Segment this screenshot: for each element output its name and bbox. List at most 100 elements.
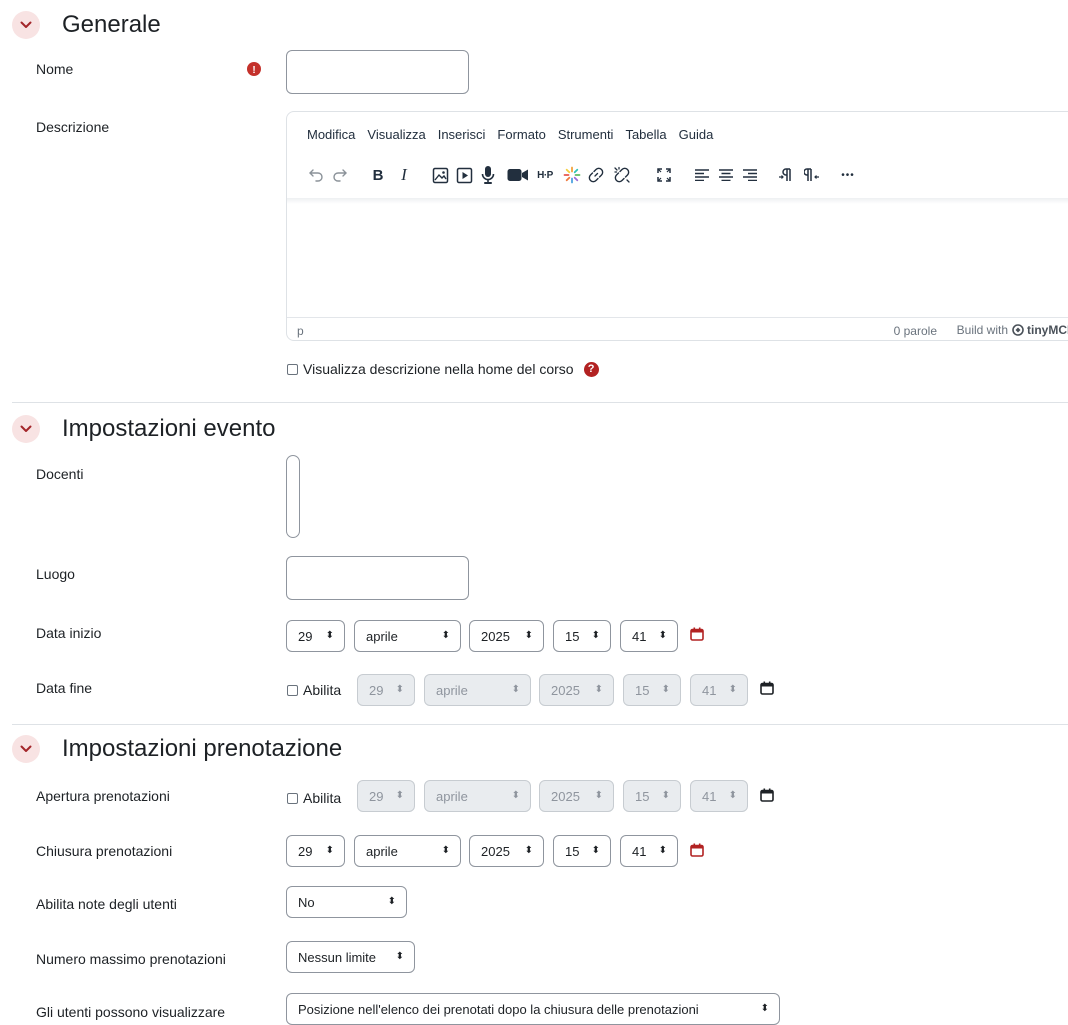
name-input[interactable] (286, 50, 469, 94)
element-path[interactable]: p (297, 324, 304, 338)
menu-formato[interactable]: Formato (497, 127, 545, 142)
menu-inserisci[interactable]: Inserisci (438, 127, 486, 142)
redo-icon[interactable] (329, 164, 351, 186)
microphone-icon[interactable] (477, 164, 499, 186)
location-input[interactable] (286, 556, 469, 600)
section-title: Generale (62, 11, 161, 38)
align-center-icon[interactable] (715, 164, 737, 186)
start-year-select[interactable]: 2025 ⬍ (469, 620, 544, 652)
users-view-label: Gli utenti possono visualizzare (36, 1004, 226, 1020)
required-icon: ! (247, 62, 261, 79)
menu-guida[interactable]: Guida (679, 127, 714, 142)
end-day-select[interactable]: 29 ⬍ (357, 674, 415, 706)
collapse-generale-button[interactable] (12, 11, 40, 39)
user-notes-label: Abilita note degli utenti (36, 896, 177, 912)
open-hour-select[interactable]: 15 ⬍ (623, 780, 681, 812)
align-right-icon[interactable] (739, 164, 761, 186)
teachers-select[interactable] (286, 455, 300, 538)
tinymce-logo-icon (1012, 324, 1024, 336)
section-header-evento: Impostazioni evento (12, 415, 275, 443)
show-description-row: Visualizza descrizione nella home del co… (287, 361, 599, 377)
chevron-down-icon (20, 425, 32, 432)
section-divider (12, 724, 1068, 725)
name-label: Nome (36, 61, 74, 77)
user-notes-select[interactable]: No ⬍ (286, 886, 407, 918)
calendar-icon[interactable] (690, 627, 704, 641)
more-icon[interactable]: ••• (837, 164, 859, 186)
word-count[interactable]: 0 parole (894, 324, 937, 338)
link-icon[interactable] (585, 164, 607, 186)
calendar-icon[interactable] (760, 788, 774, 802)
start-month-select[interactable]: aprile ⬍ (354, 620, 461, 652)
ltr-icon[interactable] (775, 164, 797, 186)
end-date-enable-row: Abilita (287, 682, 341, 698)
close-year-select[interactable]: 2025 ⬍ (469, 835, 544, 867)
undo-icon[interactable] (305, 164, 327, 186)
close-minute-select[interactable]: 41 ⬍ (620, 835, 678, 867)
menu-strumenti[interactable]: Strumenti (558, 127, 614, 142)
section-divider (12, 402, 1068, 403)
collapse-evento-button[interactable] (12, 415, 40, 443)
end-hour-select[interactable]: 15 ⬍ (623, 674, 681, 706)
svg-text:!: ! (252, 65, 255, 76)
editor-statusbar: p 0 parole Build with tinyMCE (287, 317, 1068, 340)
open-year-select[interactable]: 2025 ⬍ (539, 780, 614, 812)
media-icon[interactable] (453, 164, 475, 186)
end-year-select[interactable]: 2025 ⬍ (539, 674, 614, 706)
menu-visualizza[interactable]: Visualizza (367, 127, 425, 142)
users-view-select[interactable]: Posizione nell'elenco dei prenotati dopo… (286, 993, 780, 1025)
booking-open-label: Apertura prenotazioni (36, 788, 170, 804)
max-bookings-label: Numero massimo prenotazioni (36, 951, 226, 967)
rtl-icon[interactable] (801, 164, 823, 186)
menu-tabella[interactable]: Tabella (625, 127, 666, 142)
section-header-prenotazione: Impostazioni prenotazione (12, 735, 342, 763)
start-hour-select[interactable]: 15 ⬍ (553, 620, 611, 652)
menu-modifica[interactable]: Modifica (307, 127, 355, 142)
fullscreen-icon[interactable] (653, 164, 675, 186)
editor-toolbar: B I H·P ••• (305, 164, 859, 186)
end-minute-select[interactable]: 41 ⬍ (690, 674, 748, 706)
open-month-select[interactable]: aprile ⬍ (424, 780, 531, 812)
close-month-select[interactable]: aprile ⬍ (354, 835, 461, 867)
unlink-icon[interactable] (611, 164, 633, 186)
sparkle-icon[interactable] (561, 164, 583, 186)
section-title: Impostazioni prenotazione (62, 735, 343, 762)
bold-icon[interactable]: B (367, 164, 389, 186)
calendar-icon[interactable] (690, 843, 704, 857)
close-hour-select[interactable]: 15 ⬍ (553, 835, 611, 867)
end-month-select[interactable]: aprile ⬍ (424, 674, 531, 706)
booking-open-enable-checkbox[interactable] (287, 792, 298, 804)
start-date-label: Data inizio (36, 625, 102, 641)
enable-label: Abilita (303, 682, 342, 698)
start-minute-select[interactable]: 41 ⬍ (620, 620, 678, 652)
show-description-label: Visualizza descrizione nella home del co… (303, 361, 574, 377)
calendar-icon[interactable] (760, 681, 774, 695)
italic-icon[interactable]: I (393, 164, 415, 186)
chevron-down-icon (20, 745, 32, 752)
max-bookings-select[interactable]: Nessun limite ⬍ (286, 941, 415, 973)
help-icon[interactable]: ? (583, 361, 599, 377)
build-with-text: Build with (956, 323, 1008, 337)
section-header-generale: Generale (12, 11, 161, 39)
section-title: Impostazioni evento (62, 415, 276, 442)
start-day-select[interactable]: 29 ⬍ (286, 620, 345, 652)
close-day-select[interactable]: 29 ⬍ (286, 835, 345, 867)
collapse-prenotazione-button[interactable] (12, 735, 40, 763)
video-camera-icon[interactable] (505, 164, 531, 186)
open-day-select[interactable]: 29 ⬍ (357, 780, 415, 812)
editor-content-area[interactable] (287, 204, 1068, 316)
end-date-label: Data fine (36, 680, 93, 696)
h5p-icon[interactable]: H·P (533, 164, 557, 186)
align-left-icon[interactable] (691, 164, 713, 186)
booking-open-enable-row: Abilita (287, 790, 341, 806)
description-label: Descrizione (36, 119, 110, 135)
rich-text-editor: Modifica Visualizza Inserisci Formato St… (286, 111, 1068, 341)
show-description-checkbox[interactable] (287, 363, 298, 375)
open-minute-select[interactable]: 41 ⬍ (690, 780, 748, 812)
end-date-enable-checkbox[interactable] (287, 684, 298, 696)
tinymce-branding[interactable]: Build with tinyMCE (957, 323, 1068, 337)
enable-label: Abilita (303, 790, 342, 806)
image-icon[interactable] (429, 164, 451, 186)
editor-menubar: Modifica Visualizza Inserisci Formato St… (307, 127, 725, 142)
chevron-down-icon (20, 21, 32, 28)
